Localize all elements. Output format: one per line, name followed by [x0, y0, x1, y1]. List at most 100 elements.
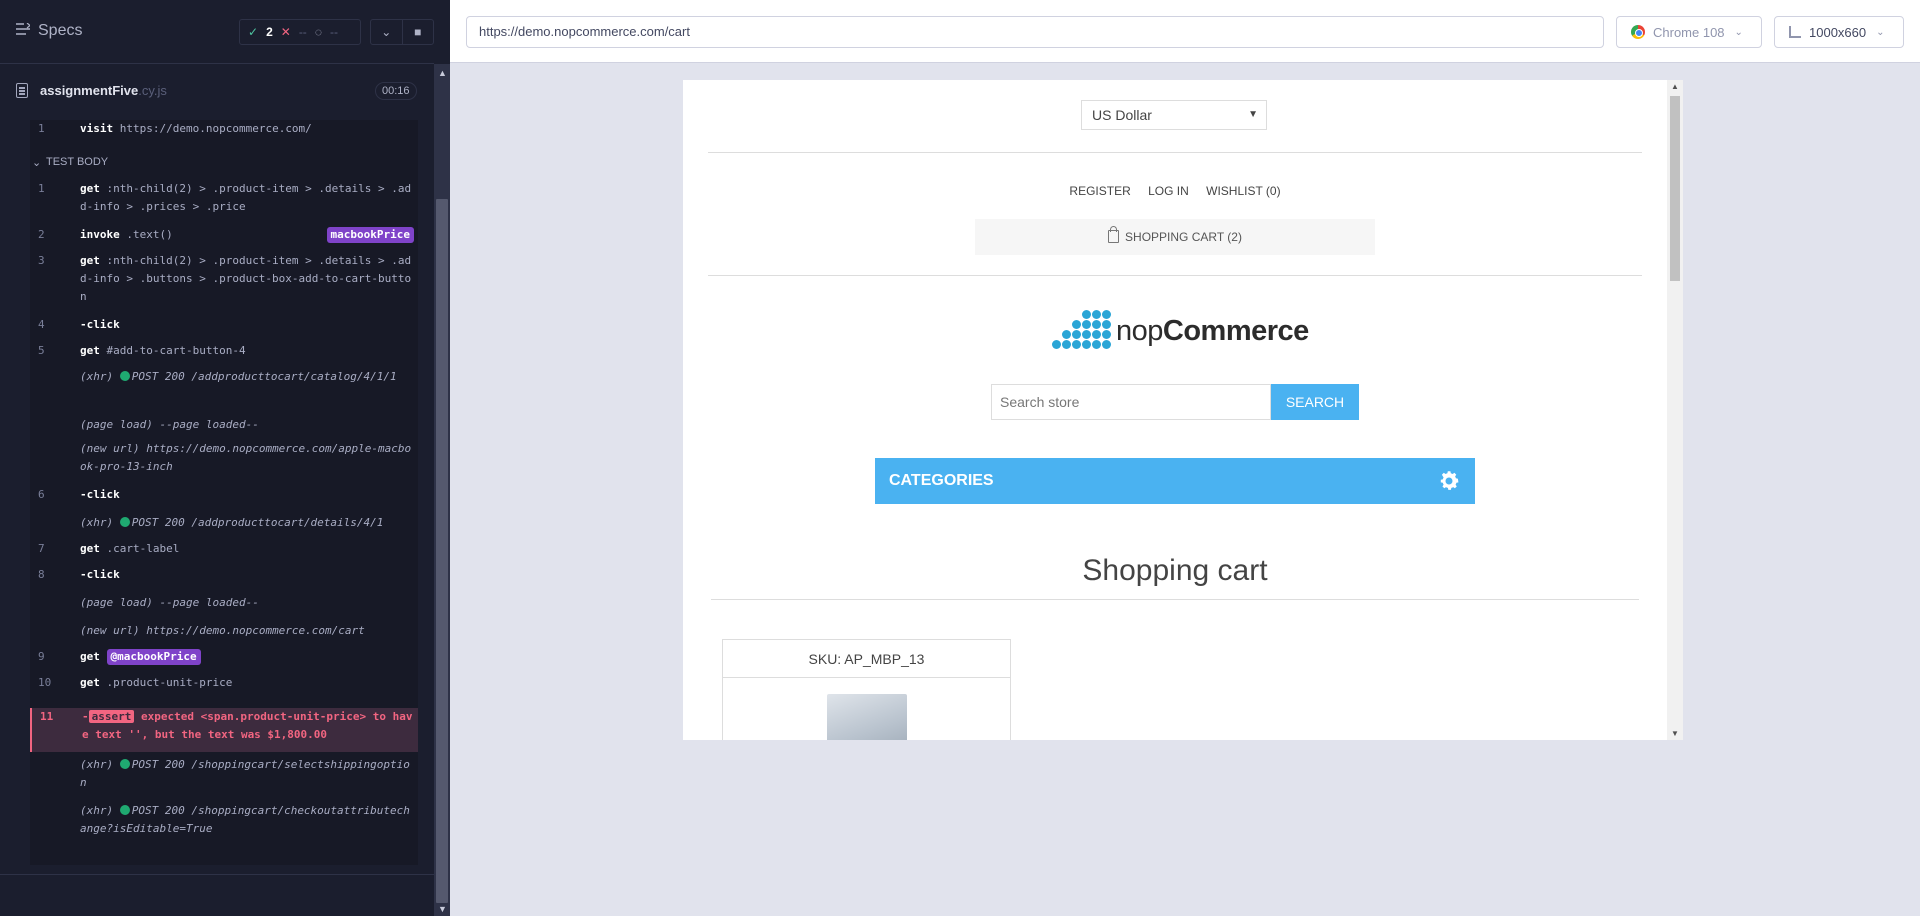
- logo-dot: [1072, 320, 1081, 329]
- command-row[interactable]: 1 get :nth-child(2) > .product-item > .de…: [30, 180, 418, 218]
- search-input[interactable]: Search store: [991, 384, 1271, 420]
- chevron-down-icon[interactable]: ⌄: [371, 20, 402, 44]
- command-number: 11: [40, 710, 54, 723]
- event-label: (page load): [80, 418, 160, 431]
- command-number: 10: [38, 676, 52, 689]
- command-name: get: [80, 650, 100, 663]
- test-stats: ✓ 2 ✕ -- ◌ --: [239, 19, 361, 45]
- command-row[interactable]: (new url) https://demo.nopcommerce.com/a…: [30, 440, 418, 478]
- logo-dot: [1102, 310, 1111, 319]
- command-row[interactable]: 4 -click: [30, 316, 418, 336]
- command-message: (xhr) POST 200 /shoppingcart/selectshipp…: [80, 758, 410, 789]
- event-label: (new url): [80, 624, 147, 637]
- command-row[interactable]: 3 get :nth-child(2) > .product-item > .de…: [30, 252, 418, 308]
- reporter-scrollbar[interactable]: ▲ ▼: [434, 64, 450, 916]
- scrollbar-thumb[interactable]: [1670, 96, 1680, 281]
- chevron-down-icon: ▼: [1248, 109, 1258, 120]
- command-name: get: [80, 676, 100, 689]
- assert-badge: assert: [88, 710, 135, 723]
- sku-label: SKU: AP_MBP_13: [723, 640, 1010, 678]
- command-row[interactable]: (page load) --page loaded--: [30, 416, 418, 436]
- error-command-row[interactable]: 11 - assert expected <span.product-unit-pr…: [30, 708, 418, 752]
- file-icon: [16, 83, 28, 98]
- command-number: 4: [38, 318, 45, 331]
- command-row[interactable]: (xhr) POST 200 /addproducttocart/catalog…: [30, 368, 418, 406]
- command-message: (xhr) POST 200 /addproducttocart/details…: [80, 516, 384, 529]
- logo-dot: [1082, 330, 1091, 339]
- status-dot-icon: [119, 805, 130, 815]
- scroll-up-icon[interactable]: ▲: [1671, 82, 1679, 91]
- cart-item-card: SKU: AP_MBP_13: [722, 639, 1011, 740]
- command-row[interactable]: 7 get .cart-label: [30, 540, 418, 560]
- command-log: 1 visit https://demo.nopcommerce.com/ ⌄ TES…: [30, 120, 434, 865]
- command-message: (page load) --page loaded--: [80, 418, 259, 431]
- command-message: -click: [80, 486, 414, 504]
- categories-menu[interactable]: Categories: [875, 458, 1475, 504]
- gear-icon[interactable]: [1437, 469, 1461, 493]
- reporter-controls: ⌄ ■: [370, 19, 434, 45]
- command-number: 7: [38, 542, 45, 555]
- command-message: get #add-to-cart-button-4: [80, 344, 246, 357]
- command-row[interactable]: (new url) https://demo.nopcommerce.com/c…: [30, 622, 418, 642]
- command-row[interactable]: (xhr) POST 200 /addproducttocart/details…: [30, 514, 418, 534]
- logo-dot: [1102, 320, 1111, 329]
- categories-label: Categories: [889, 472, 994, 489]
- stop-icon[interactable]: ■: [401, 20, 434, 44]
- command-message: visit https://demo.nopcommerce.com/: [80, 122, 312, 135]
- command-message: get .product-unit-price: [80, 676, 233, 689]
- wishlist-link[interactable]: Wishlist (0): [1206, 184, 1280, 198]
- spec-file-name: assignmentFive.cy.js: [40, 83, 167, 98]
- shopping-cart-link[interactable]: Shopping cart (2): [975, 219, 1375, 255]
- browser-selector[interactable]: Chrome 108 ⌄: [1616, 16, 1762, 48]
- command-message: get :nth-child(2) > .product-item > .det…: [80, 254, 412, 303]
- command-number: 2: [38, 228, 45, 241]
- command-row[interactable]: 9 get @macbookPrice: [30, 648, 418, 668]
- divider: [711, 599, 1639, 600]
- test-body-header[interactable]: ⌄ TEST BODY: [30, 156, 434, 174]
- nopcommerce-logo[interactable]: nopCommerce: [1052, 310, 1309, 352]
- event-label: (new url): [80, 442, 147, 455]
- command-message: (new url) https://demo.nopcommerce.com/a…: [80, 442, 412, 473]
- register-link[interactable]: Register: [1069, 184, 1130, 198]
- logo-dot: [1092, 340, 1101, 349]
- login-link[interactable]: Log in: [1148, 184, 1189, 198]
- command-name: get: [80, 254, 100, 267]
- app-under-test-frame: US Dollar ▼ Register Log in Wishlist (0)…: [683, 80, 1683, 740]
- test-body-label: TEST BODY: [46, 156, 109, 168]
- logo-dot: [1072, 340, 1081, 349]
- logo-dot: [1102, 330, 1111, 339]
- logo-text: nopCommerce: [1116, 314, 1309, 347]
- divider: [0, 874, 434, 875]
- url-bar[interactable]: https://demo.nopcommerce.com/cart: [466, 16, 1604, 48]
- pending-count: --: [329, 25, 338, 39]
- command-row[interactable]: (xhr) POST 200 /shoppingcart/selectshipp…: [30, 756, 418, 794]
- scroll-down-icon[interactable]: ▼: [438, 904, 447, 914]
- menu-icon: [16, 22, 31, 40]
- page-scrollbar[interactable]: ▲ ▼: [1667, 80, 1683, 740]
- command-row[interactable]: 2 invoke .text() macbookPrice: [30, 226, 418, 246]
- scroll-down-icon[interactable]: ▼: [1671, 729, 1679, 738]
- spec-file-row[interactable]: assignmentFive.cy.js 00:16: [0, 78, 434, 106]
- command-name: -click: [80, 318, 120, 331]
- scroll-up-icon[interactable]: ▲: [438, 68, 447, 78]
- command-row[interactable]: 8 -click: [30, 566, 418, 586]
- command-row[interactable]: 10 get .product-unit-price: [30, 674, 418, 694]
- specs-button[interactable]: Specs: [16, 22, 82, 40]
- command-row[interactable]: 6 -click: [30, 486, 418, 506]
- search-button[interactable]: Search: [1271, 384, 1359, 420]
- viewport-selector[interactable]: 1000x660 ⌄: [1774, 16, 1904, 48]
- viewport-label: 1000x660: [1809, 24, 1867, 40]
- scrollbar-thumb[interactable]: [436, 199, 448, 903]
- command-row[interactable]: (page load) --page loaded--: [30, 594, 418, 614]
- event-label: (xhr): [80, 804, 120, 817]
- divider: [708, 152, 1642, 153]
- command-row[interactable]: 1 visit https://demo.nopcommerce.com/: [30, 120, 418, 140]
- chevron-down-icon: ⌄: [32, 157, 42, 169]
- command-row[interactable]: 5 get #add-to-cart-button-4: [30, 342, 418, 362]
- product-image[interactable]: [827, 694, 907, 740]
- command-message: get .cart-label: [80, 542, 180, 555]
- command-row[interactable]: (xhr) POST 200 /shoppingcart/checkoutatt…: [30, 802, 418, 858]
- logo-dot: [1082, 340, 1091, 349]
- event-label: (xhr): [80, 516, 120, 529]
- currency-select[interactable]: US Dollar ▼: [1081, 100, 1267, 130]
